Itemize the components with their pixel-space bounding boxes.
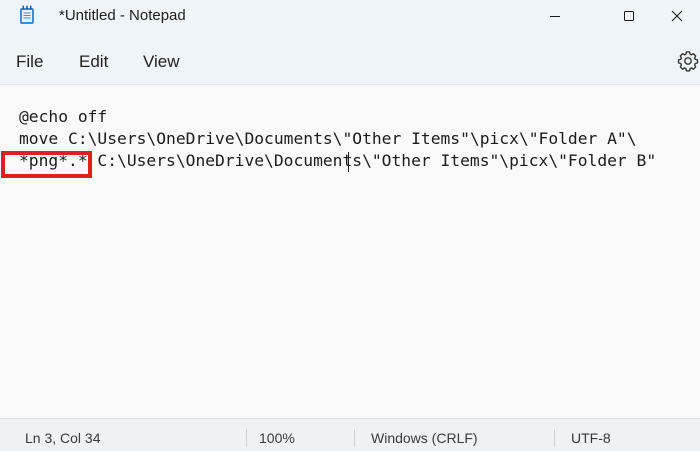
- menu-edit[interactable]: Edit: [79, 52, 108, 72]
- zoom-level[interactable]: 100%: [259, 430, 295, 446]
- status-divider: [246, 429, 247, 447]
- maximize-button[interactable]: [606, 0, 652, 32]
- menu-file[interactable]: File: [16, 52, 43, 72]
- text-caret: [348, 152, 349, 172]
- minimize-icon: [550, 16, 560, 17]
- editor-line: move C:\Users\OneDrive\Documents\"Other …: [19, 129, 637, 148]
- window-title: *Untitled - Notepad: [59, 7, 186, 24]
- menu-view[interactable]: View: [143, 52, 180, 72]
- status-divider: [554, 429, 555, 447]
- status-divider: [354, 429, 355, 447]
- highlight-box: [1, 151, 92, 178]
- close-icon: [671, 10, 683, 22]
- title-bar: *Untitled - Notepad: [0, 0, 700, 32]
- maximize-icon: [624, 11, 634, 21]
- close-button[interactable]: [654, 0, 700, 32]
- encoding[interactable]: UTF-8: [571, 430, 611, 446]
- notepad-icon: [20, 5, 34, 24]
- status-bar: Ln 3, Col 34 100% Windows (CRLF) UTF-8: [0, 418, 700, 451]
- cursor-position: Ln 3, Col 34: [25, 430, 101, 446]
- minimize-button[interactable]: [532, 0, 578, 32]
- menu-bar: File Edit View: [0, 32, 700, 84]
- editor-line: @echo off: [19, 107, 108, 126]
- line-ending[interactable]: Windows (CRLF): [371, 430, 478, 446]
- text-editor[interactable]: @echo off move C:\Users\OneDrive\Documen…: [0, 84, 700, 419]
- editor-line: *png*.* C:\Users\OneDrive\Documents\"Oth…: [19, 151, 657, 170]
- gear-icon[interactable]: [676, 49, 700, 73]
